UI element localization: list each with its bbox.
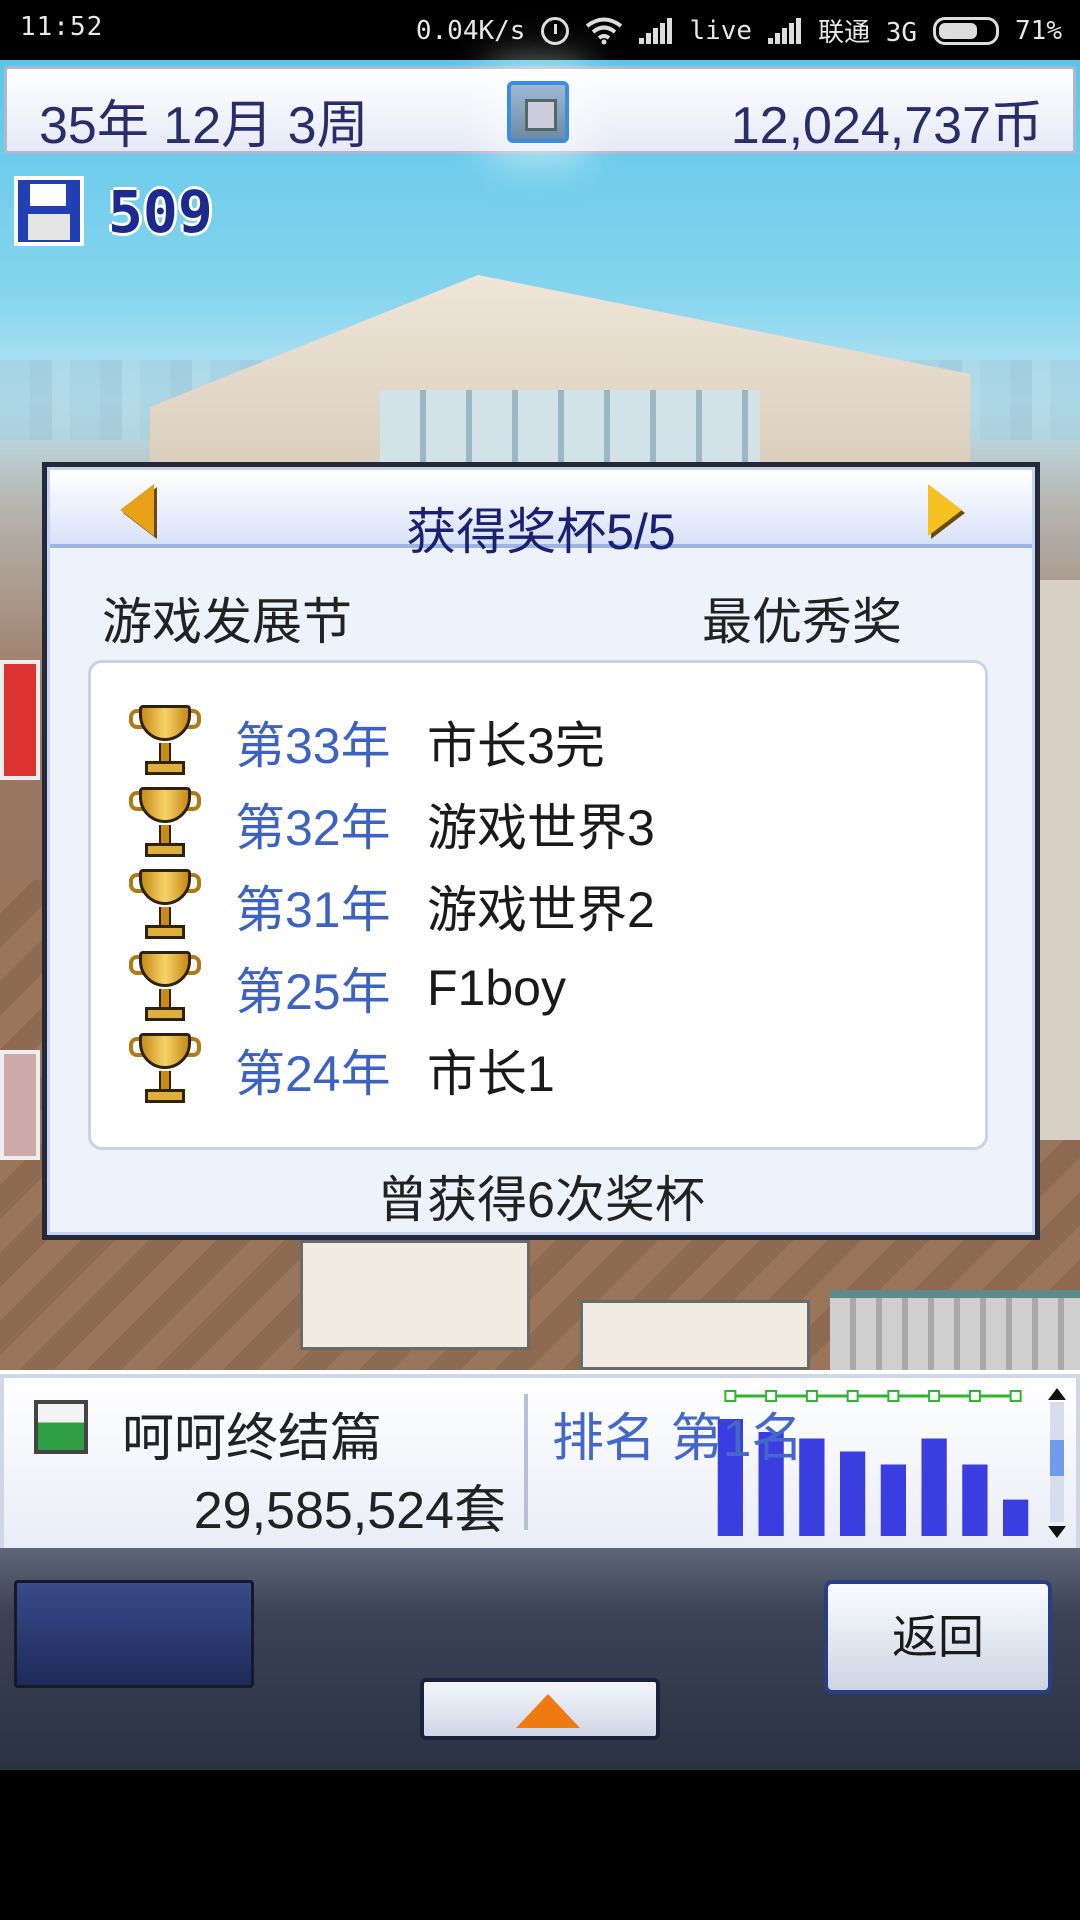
rank-marker: [887, 1390, 900, 1402]
expand-button[interactable]: [420, 1678, 660, 1740]
status-time: 11:52: [20, 12, 104, 42]
scroll-thumb[interactable]: [1050, 1440, 1064, 1476]
trophy-game: 市长3完: [427, 718, 605, 774]
chart-bar: [962, 1464, 988, 1536]
trophy-game: 游戏世界3: [427, 800, 655, 856]
signal-icon: [639, 17, 673, 44]
desk: [300, 1240, 530, 1350]
trophy-row: 第24年 市长1: [91, 1029, 985, 1111]
camera-button[interactable]: [507, 81, 569, 143]
bookshelf-right: [830, 1290, 1080, 1370]
game-info-bar[interactable]: 呵呵终结篇 29,585,524套 排名 第1名: [0, 1370, 1080, 1548]
trophy-year: 第31年: [235, 882, 391, 938]
scroll-up-icon[interactable]: [1048, 1388, 1066, 1400]
dialog-header: 获得奖杯5/5: [50, 470, 1032, 560]
save-count: 509: [108, 178, 213, 246]
rank-marker: [968, 1390, 981, 1402]
back-button[interactable]: 返回: [824, 1580, 1052, 1694]
trophy-list: 第33年 市长3完 第32年 游戏世界3 第31年 游戏世界2 第25年 F1b…: [88, 660, 988, 1150]
rank-marker: [928, 1390, 941, 1402]
rank-marker: [1009, 1390, 1022, 1402]
trophy-row: 第32年 游戏世界3: [91, 783, 985, 865]
trophy-icon: [129, 1033, 201, 1107]
wifi-icon: [586, 17, 623, 44]
trophy-year: 第25年: [235, 964, 391, 1020]
bookshelf-left: [0, 1050, 40, 1160]
rank-label: 排名 第1名: [552, 1410, 804, 1468]
control-panel: 返回: [0, 1548, 1080, 1770]
dialog-title: 获得奖杯5/5: [406, 504, 676, 560]
trophy-row: 第25年 F1boy: [91, 947, 985, 1029]
chart-bar: [1002, 1499, 1029, 1536]
game-info-panel: 呵呵终结篇 29,585,524套 排名 第1名: [4, 1378, 1076, 1548]
rank-marker: [805, 1390, 818, 1402]
rank-marker: [846, 1390, 859, 1402]
trophy-row: 第31年 游戏世界2: [91, 865, 985, 947]
total-trophies: 曾获得6次奖杯: [377, 1172, 705, 1228]
trophy-game: F1boy: [427, 960, 566, 1016]
game-cartridge-icon: [34, 1400, 88, 1454]
menu-slot-button[interactable]: [14, 1580, 254, 1688]
trophy-dialog: 获得奖杯5/5 游戏发展节 最优秀奖 第33年 市长3完 第32年 游戏世界3 …: [42, 462, 1040, 1240]
desk-2: [580, 1300, 810, 1370]
divider: [524, 1394, 528, 1530]
office-wall: [1040, 580, 1080, 1140]
trophy-game: 市长1: [427, 1046, 555, 1102]
next-arrow-icon[interactable]: [928, 484, 962, 536]
net-speed: 0.04K/s: [415, 15, 526, 46]
vending-machine: [0, 660, 40, 780]
trophy-row: 第33年 市长3完: [91, 701, 985, 783]
scroll-down-icon[interactable]: [1048, 1526, 1066, 1538]
battery-percent: 71%: [1015, 15, 1062, 46]
trophy-year: 第24年: [235, 1046, 391, 1102]
game-title: 呵呵终结篇: [122, 1410, 383, 1468]
up-arrow-icon: [516, 1694, 580, 1728]
carrier-label: 联通 3G: [818, 18, 918, 48]
trophy-year: 第33年: [235, 718, 391, 774]
top-info-bar: 35年 12月 3周 12,024,737币: [4, 66, 1076, 155]
trophy-icon: [129, 951, 201, 1025]
sales-count: 29,585,524套: [193, 1482, 506, 1540]
status-icons: 0.04K/s live 联通 3G 71%: [416, 12, 1062, 49]
event-name: 游戏发展节: [102, 594, 352, 650]
chart-bar: [880, 1464, 907, 1536]
floppy-disk-icon[interactable]: [14, 176, 84, 246]
info-scrollbar[interactable]: [1046, 1388, 1068, 1538]
trophy-year: 第32年: [235, 800, 391, 856]
trophy-icon: [129, 787, 201, 861]
dialog-body: 获得奖杯5/5 游戏发展节 最优秀奖 第33年 市长3完 第32年 游戏世界3 …: [47, 467, 1035, 1235]
network-label: live: [689, 15, 753, 46]
chart-bar: [921, 1438, 947, 1536]
money-amount: 12,024,737币: [730, 97, 1043, 155]
alarm-icon: [541, 16, 570, 45]
chart-bar: [839, 1451, 866, 1536]
trophy-game: 游戏世界2: [427, 882, 655, 938]
trophy-icon: [129, 869, 201, 943]
game-date: 35年 12月 3周: [39, 97, 369, 155]
battery-icon: [933, 16, 1000, 45]
status-bar: 11:52 0.04K/s live 联通 3G 71%: [0, 0, 1080, 60]
signal-icon-2: [768, 17, 802, 44]
trophy-icon: [129, 705, 201, 779]
award-name: 最优秀奖: [702, 594, 902, 650]
